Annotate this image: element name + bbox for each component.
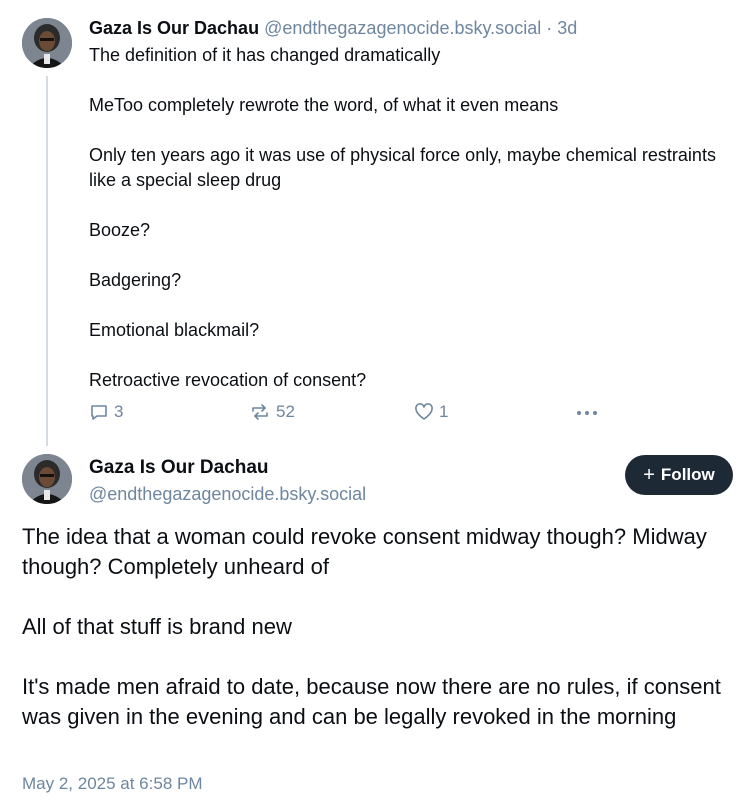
post-header: Gaza Is Our Dachau @endthegazagenocide.b… (89, 16, 577, 40)
post-text: The definition of it has changed dramati… (89, 43, 719, 393)
post-timestamp[interactable]: May 2, 2025 at 6:58 PM (22, 774, 203, 794)
avatar[interactable] (22, 454, 72, 504)
post-paragraph: Booze? (89, 220, 151, 240)
post-paragraph: MeToo completely rewrote the word, of wh… (89, 95, 559, 115)
post-actions: 3 52 1 (89, 402, 609, 426)
heart-icon (415, 403, 433, 420)
ellipsis-icon (577, 411, 597, 415)
handle[interactable]: @endthegazagenocide.bsky.social (89, 482, 366, 506)
follow-button[interactable]: + Follow (625, 455, 733, 495)
avatar[interactable] (22, 18, 72, 68)
handle[interactable]: @endthegazagenocide.bsky.social (264, 18, 541, 38)
repost-icon (252, 404, 268, 420)
like-count: 1 (439, 402, 449, 421)
post-paragraph: All of that stuff is brand new (22, 614, 292, 639)
post-paragraph: The idea that a woman could revoke conse… (22, 524, 707, 579)
display-name[interactable]: Gaza Is Our Dachau (89, 456, 269, 480)
follow-label: Follow (660, 465, 715, 484)
post-paragraph: Badgering? (89, 270, 182, 290)
repost-count: 52 (276, 402, 295, 421)
more-options-button[interactable] (574, 402, 600, 422)
post-paragraph: Retroactive revocation of consent? (89, 370, 367, 390)
repost-button[interactable]: 52 (249, 402, 295, 422)
post-paragraph: Emotional blackmail? (89, 320, 260, 340)
separator: · (546, 18, 553, 38)
reply-button[interactable]: 3 (89, 402, 123, 422)
post-paragraph: It's made men afraid to date, because no… (22, 674, 721, 729)
post-paragraph: Only ten years ago it was use of physica… (89, 145, 716, 190)
display-name[interactable]: Gaza Is Our Dachau (89, 18, 259, 38)
reply-bubble-icon (91, 405, 107, 420)
post-text: The idea that a woman could revoke conse… (22, 522, 737, 732)
thread-line (46, 76, 48, 446)
like-button[interactable]: 1 (414, 402, 448, 422)
plus-icon: + (643, 464, 655, 486)
post-paragraph: The definition of it has changed dramati… (89, 45, 441, 65)
post-age[interactable]: 3d (557, 18, 577, 38)
reply-count: 3 (114, 402, 124, 421)
